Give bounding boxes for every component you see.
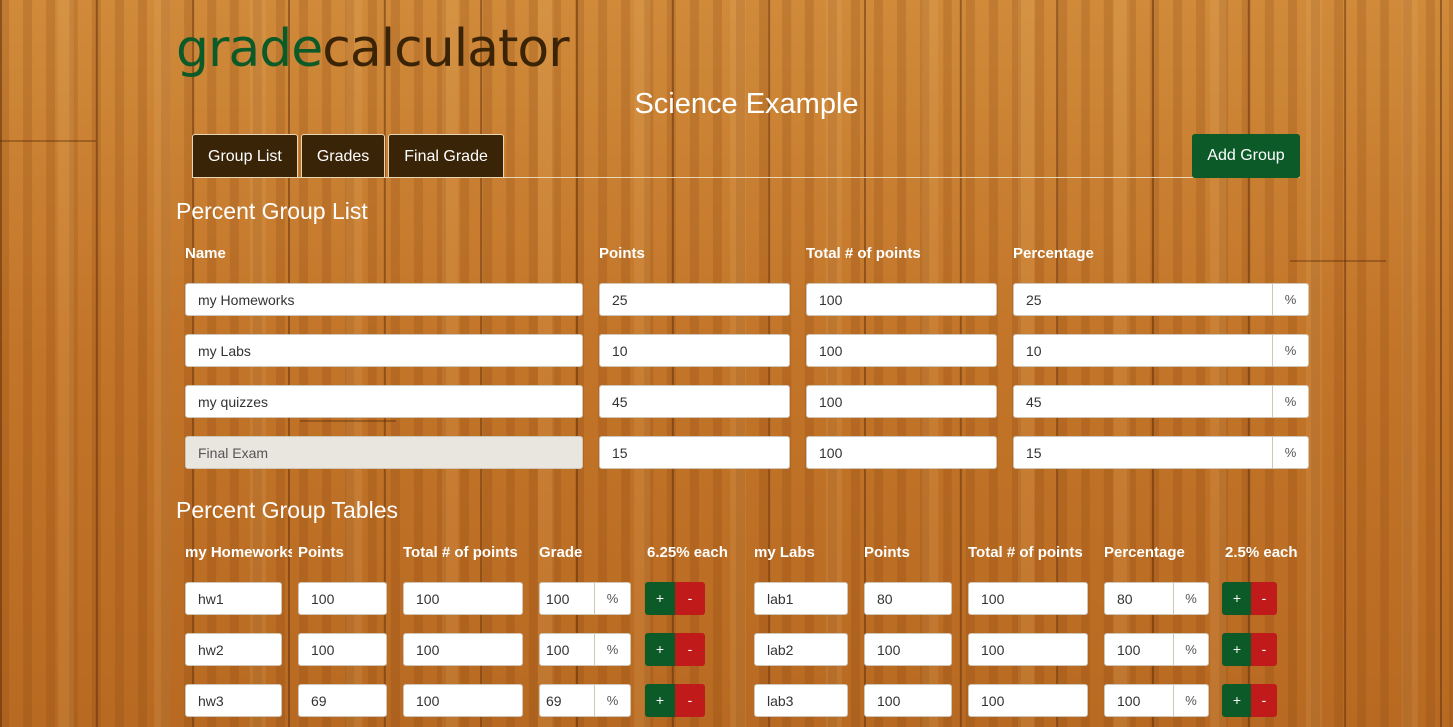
homework-total-input[interactable] <box>403 582 523 615</box>
percent-addon: % <box>1173 684 1209 717</box>
add-row-button[interactable]: + <box>1222 582 1252 615</box>
homework-name-input[interactable] <box>185 582 282 615</box>
group-points-input[interactable] <box>599 283 790 316</box>
lab-name-input[interactable] <box>754 633 848 666</box>
wood-seam <box>300 420 396 422</box>
tab-bar: Group List Grades Final Grade <box>192 134 504 178</box>
header-total-points: Total # of points <box>806 245 921 262</box>
lab-name-input[interactable] <box>754 684 848 717</box>
tab-grades[interactable]: Grades <box>300 134 386 178</box>
lab-percentage-input[interactable] <box>1104 582 1174 615</box>
homework-points-input[interactable] <box>298 582 387 615</box>
add-row-button[interactable]: + <box>645 582 675 615</box>
homework-total-input[interactable] <box>403 684 523 717</box>
group-points-input[interactable] <box>599 436 790 469</box>
group-total-input[interactable] <box>806 283 997 316</box>
app-logo[interactable]: gradecalculator <box>176 18 570 80</box>
group-total-input[interactable] <box>806 436 997 469</box>
homework-points-input[interactable] <box>298 633 387 666</box>
wood-seam <box>0 140 96 142</box>
tab-final-grade[interactable]: Final Grade <box>388 134 504 178</box>
section-title-group-tables: Percent Group Tables <box>176 497 399 523</box>
header-name: Name <box>185 245 226 262</box>
group-points-input[interactable] <box>599 385 790 418</box>
group-total-input[interactable] <box>806 334 997 367</box>
labs-header-percentage: Percentage <box>1104 544 1185 561</box>
group-name-input[interactable] <box>185 283 583 316</box>
lab-total-input[interactable] <box>968 582 1088 615</box>
remove-row-button[interactable]: - <box>675 582 705 615</box>
homeworks-header-name: my Homeworks <box>185 544 292 561</box>
homework-grade-input[interactable] <box>539 633 595 666</box>
group-percentage-input[interactable] <box>1013 334 1273 367</box>
percent-addon: % <box>1272 385 1309 418</box>
add-row-button[interactable]: + <box>645 633 675 666</box>
remove-row-button[interactable]: - <box>675 684 705 717</box>
group-percentage-input[interactable] <box>1013 436 1273 469</box>
percent-addon: % <box>594 684 631 717</box>
percent-addon: % <box>1272 283 1309 316</box>
remove-row-button[interactable]: - <box>675 633 705 666</box>
remove-row-button[interactable]: - <box>1251 684 1277 717</box>
page-title: Science Example <box>634 88 859 120</box>
labs-header-total: Total # of points <box>968 544 1083 561</box>
homework-name-input[interactable] <box>185 633 282 666</box>
add-row-button[interactable]: + <box>1222 633 1252 666</box>
remove-row-button[interactable]: - <box>1251 633 1277 666</box>
homework-grade-input[interactable] <box>539 684 595 717</box>
group-percentage-input[interactable] <box>1013 385 1273 418</box>
lab-total-input[interactable] <box>968 633 1088 666</box>
group-points-input[interactable] <box>599 334 790 367</box>
wood-seam <box>1290 260 1386 262</box>
homeworks-header-points: Points <box>298 544 344 561</box>
logo-part-calculator: calculator <box>322 19 569 79</box>
lab-points-input[interactable] <box>864 582 952 615</box>
remove-row-button[interactable]: - <box>1251 582 1277 615</box>
group-name-input-readonly <box>185 436 583 469</box>
lab-points-input[interactable] <box>864 633 952 666</box>
add-group-button[interactable]: Add Group <box>1192 134 1300 178</box>
logo-part-grade: grade <box>176 19 323 79</box>
homework-total-input[interactable] <box>403 633 523 666</box>
lab-points-input[interactable] <box>864 684 952 717</box>
header-points: Points <box>599 245 645 262</box>
homework-grade-input[interactable] <box>539 582 595 615</box>
labs-header-name: my Labs <box>754 544 815 561</box>
labs-header-points: Points <box>864 544 910 561</box>
tab-divider <box>192 177 1300 178</box>
group-name-input[interactable] <box>185 334 583 367</box>
section-title-group-list: Percent Group List <box>176 198 368 224</box>
percent-addon: % <box>594 633 631 666</box>
percent-addon: % <box>1272 334 1309 367</box>
group-total-input[interactable] <box>806 385 997 418</box>
homework-points-input[interactable] <box>298 684 387 717</box>
homeworks-header-grade: Grade <box>539 544 583 561</box>
lab-total-input[interactable] <box>968 684 1088 717</box>
add-row-button[interactable]: + <box>1222 684 1252 717</box>
homeworks-header-each: 6.25% each <box>647 544 728 561</box>
percent-addon: % <box>1173 582 1209 615</box>
lab-percentage-input[interactable] <box>1104 684 1174 717</box>
percent-addon: % <box>594 582 631 615</box>
percent-addon: % <box>1173 633 1209 666</box>
group-percentage-input[interactable] <box>1013 283 1273 316</box>
lab-percentage-input[interactable] <box>1104 633 1174 666</box>
labs-header-each: 2.5% each <box>1225 544 1298 561</box>
percent-addon: % <box>1272 436 1309 469</box>
homework-name-input[interactable] <box>185 684 282 717</box>
lab-name-input[interactable] <box>754 582 848 615</box>
homeworks-header-total: Total # of points <box>403 544 518 561</box>
tab-group-list[interactable]: Group List <box>192 134 298 178</box>
add-row-button[interactable]: + <box>645 684 675 717</box>
group-name-input[interactable] <box>185 385 583 418</box>
header-percentage: Percentage <box>1013 245 1094 262</box>
